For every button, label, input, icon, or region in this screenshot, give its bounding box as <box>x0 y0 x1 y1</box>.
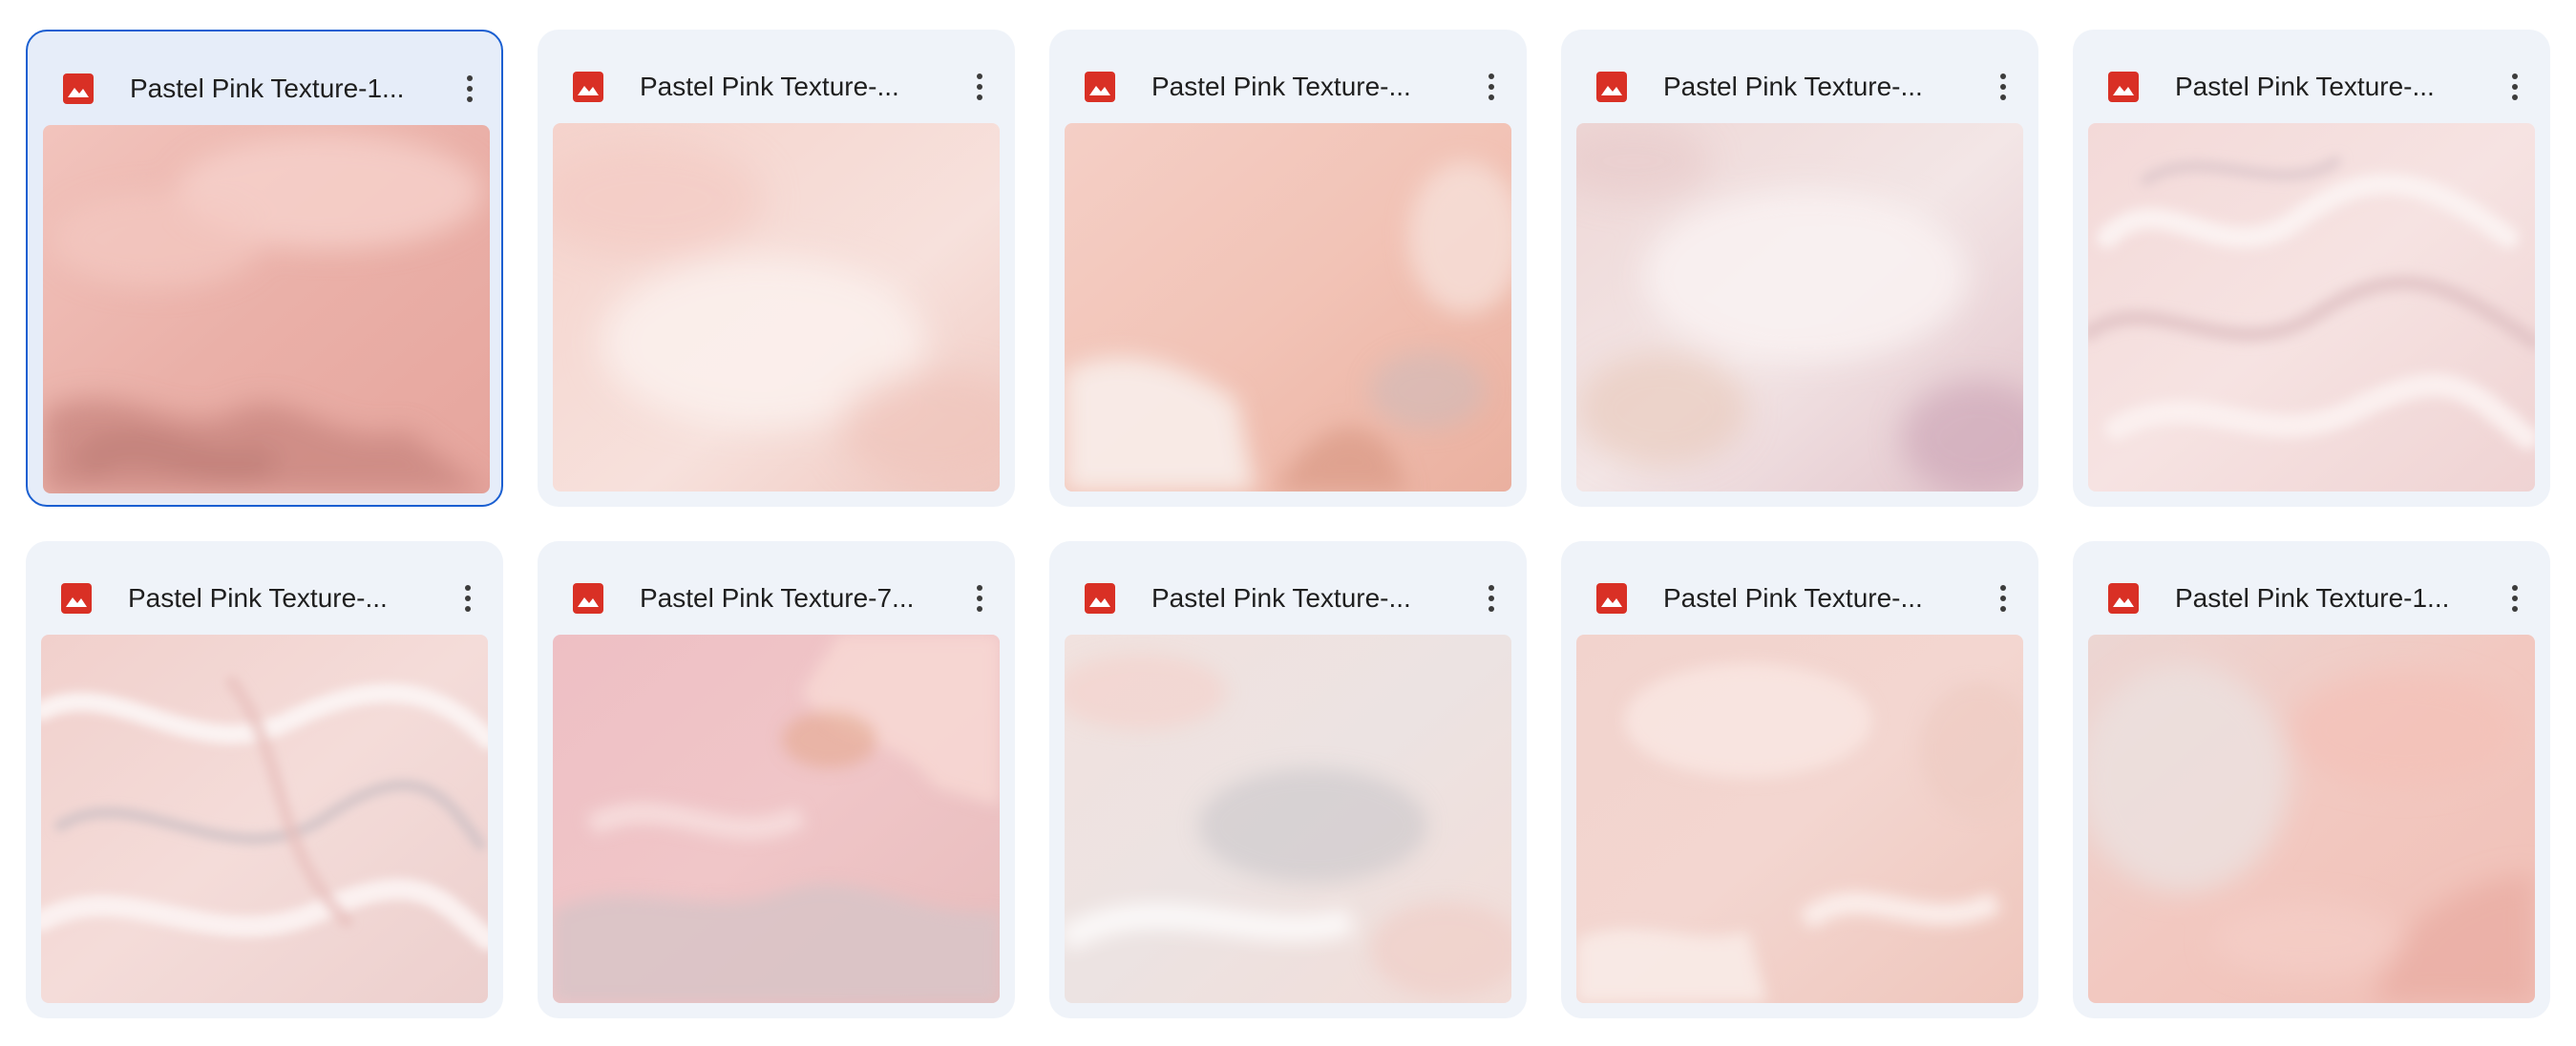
file-card[interactable]: Pastel Pink Texture-... <box>538 30 1015 507</box>
file-card-header: Pastel Pink Texture-... <box>1561 541 2038 633</box>
file-title[interactable]: Pastel Pink Texture-1... <box>130 73 439 105</box>
file-card-header: Pastel Pink Texture-... <box>2073 30 2550 121</box>
file-card[interactable]: Pastel Pink Texture-... <box>1561 30 2038 507</box>
file-thumbnail[interactable] <box>1576 635 2023 1003</box>
file-card[interactable]: Pastel Pink Texture-1... <box>26 30 503 507</box>
image-file-icon <box>63 73 94 104</box>
file-thumbnail[interactable] <box>43 125 490 493</box>
file-title[interactable]: Pastel Pink Texture-... <box>1663 71 1973 103</box>
file-title[interactable]: Pastel Pink Texture-1... <box>2175 582 2484 615</box>
file-title[interactable]: Pastel Pink Texture-... <box>128 582 437 615</box>
file-card[interactable]: Pastel Pink Texture-... <box>1049 30 1527 507</box>
file-thumbnail[interactable] <box>1065 635 1511 1003</box>
image-file-icon <box>1596 72 1627 102</box>
image-file-icon <box>61 583 92 614</box>
more-vert-icon[interactable] <box>2494 577 2536 619</box>
file-thumbnail[interactable] <box>553 635 1000 1003</box>
file-title[interactable]: Pastel Pink Texture-... <box>1151 582 1461 615</box>
file-card-header: Pastel Pink Texture-... <box>1561 30 2038 121</box>
file-thumbnail[interactable] <box>1065 123 1511 492</box>
file-card-header: Pastel Pink Texture-1... <box>2073 541 2550 633</box>
file-thumbnail[interactable] <box>2088 635 2535 1003</box>
image-file-icon <box>1085 72 1115 102</box>
file-card[interactable]: Pastel Pink Texture-7... <box>538 541 1015 1018</box>
file-grid: Pastel Pink Texture-1... Pastel Pink Tex… <box>0 0 2576 1046</box>
more-vert-icon[interactable] <box>1470 66 1512 108</box>
image-file-icon <box>573 72 603 102</box>
file-card-header: Pastel Pink Texture-1... <box>28 31 501 123</box>
more-vert-icon[interactable] <box>1982 577 2024 619</box>
file-thumbnail[interactable] <box>1576 123 2023 492</box>
file-card-header: Pastel Pink Texture-... <box>1049 541 1527 633</box>
file-card-header: Pastel Pink Texture-... <box>26 541 503 633</box>
file-card-header: Pastel Pink Texture-7... <box>538 541 1015 633</box>
file-card-header: Pastel Pink Texture-... <box>1049 30 1527 121</box>
more-vert-icon[interactable] <box>2494 66 2536 108</box>
file-thumbnail[interactable] <box>553 123 1000 492</box>
file-thumbnail[interactable] <box>41 635 488 1003</box>
more-vert-icon[interactable] <box>959 66 1001 108</box>
image-file-icon <box>1085 583 1115 614</box>
file-title[interactable]: Pastel Pink Texture-... <box>1663 582 1973 615</box>
file-title[interactable]: Pastel Pink Texture-7... <box>640 582 949 615</box>
file-title[interactable]: Pastel Pink Texture-... <box>640 71 949 103</box>
image-file-icon <box>2108 72 2139 102</box>
more-vert-icon[interactable] <box>449 68 491 110</box>
image-file-icon <box>1596 583 1627 614</box>
file-title[interactable]: Pastel Pink Texture-... <box>2175 71 2484 103</box>
image-file-icon <box>573 583 603 614</box>
more-vert-icon[interactable] <box>447 577 489 619</box>
file-card[interactable]: Pastel Pink Texture-... <box>2073 30 2550 507</box>
image-file-icon <box>2108 583 2139 614</box>
file-card[interactable]: Pastel Pink Texture-... <box>1049 541 1527 1018</box>
more-vert-icon[interactable] <box>959 577 1001 619</box>
file-card[interactable]: Pastel Pink Texture-1... <box>2073 541 2550 1018</box>
file-thumbnail[interactable] <box>2088 123 2535 492</box>
file-card-header: Pastel Pink Texture-... <box>538 30 1015 121</box>
file-title[interactable]: Pastel Pink Texture-... <box>1151 71 1461 103</box>
more-vert-icon[interactable] <box>1470 577 1512 619</box>
more-vert-icon[interactable] <box>1982 66 2024 108</box>
file-card[interactable]: Pastel Pink Texture-... <box>1561 541 2038 1018</box>
file-card[interactable]: Pastel Pink Texture-... <box>26 541 503 1018</box>
